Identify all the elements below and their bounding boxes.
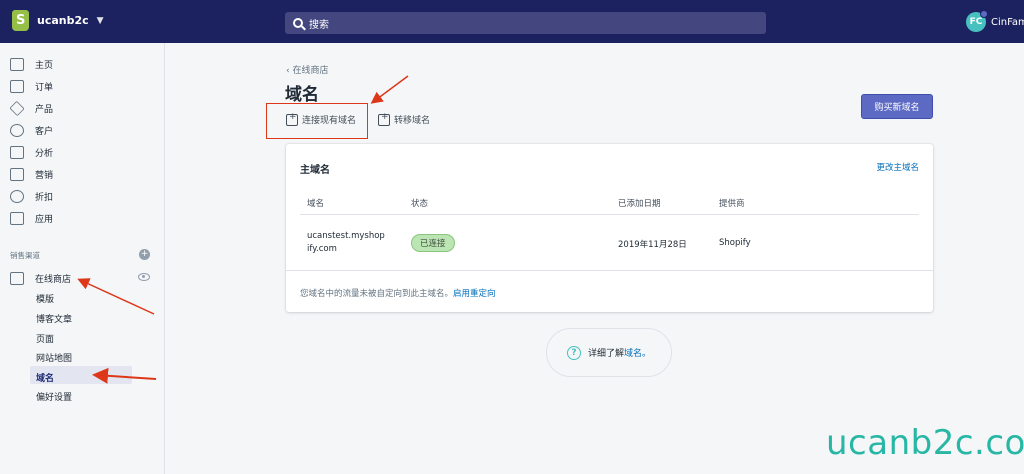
sidebar-subitem-blog[interactable]: 博客文章 xyxy=(36,312,72,325)
sidebar-item-label: 客户 xyxy=(35,127,54,137)
sidebar-subitem-themes[interactable]: 模版 xyxy=(36,292,54,305)
annotation-highlight-box xyxy=(266,103,368,139)
change-primary-domain-link[interactable]: 更改主域名 xyxy=(876,161,919,173)
column-header-provider: 提供商 xyxy=(719,199,745,209)
tag-icon xyxy=(9,100,25,117)
help-text: 详细了解 xyxy=(587,349,624,359)
store-icon xyxy=(10,272,24,285)
date-cell: 2019年11月28日 xyxy=(618,240,687,250)
sidebar-item-online-store[interactable]: 在线商店 xyxy=(10,272,71,285)
sidebar-item-analytics[interactable]: 分析 xyxy=(10,146,53,159)
avatar: FC xyxy=(966,10,988,32)
sales-channels-label: 销售渠道 xyxy=(10,251,40,260)
apps-icon xyxy=(10,212,24,225)
provider-cell: Shopify xyxy=(719,238,751,248)
analytics-icon xyxy=(10,146,24,159)
watermark: ucanb2c.com xyxy=(826,423,1024,463)
sidebar-item-label: 分析 xyxy=(35,149,54,159)
sidebar: 主页 订单 产品 客户 分析 营销 折扣 应用 销售渠道 + 在线商店 模版 博… xyxy=(0,43,165,474)
home-icon xyxy=(10,58,24,71)
help-footer: ? 详细了解域名。 xyxy=(546,328,672,377)
sidebar-item-label: 订单 xyxy=(35,83,54,93)
sidebar-subitem-navigation[interactable]: 网站地图 xyxy=(36,351,72,364)
customer-icon xyxy=(10,124,24,137)
divider xyxy=(300,214,919,215)
sidebar-item-label: 在线商店 xyxy=(35,275,72,285)
enable-redirect-link[interactable]: 启用重定向 xyxy=(453,289,496,299)
breadcrumb[interactable]: ‹ 在线商店 xyxy=(286,63,328,76)
megaphone-icon xyxy=(10,168,24,181)
sidebar-item-label: 折扣 xyxy=(35,193,54,203)
store-name: ucanb2c xyxy=(37,14,89,27)
sidebar-item-label: 营销 xyxy=(35,171,54,181)
page-title: 域名 xyxy=(285,85,319,105)
sidebar-subitem-domains[interactable]: 域名 xyxy=(36,371,54,384)
redirect-note-text: 您域名中的流量未被自定向到此主域名。 xyxy=(300,289,454,299)
card-title: 主域名 xyxy=(300,165,330,176)
sidebar-item-label: 应用 xyxy=(35,215,54,225)
redirect-note: 您域名中的流量未被自定向到此主域名。启用重定向 xyxy=(300,287,496,299)
transfer-domain-button[interactable]: 转移域名 xyxy=(378,112,431,126)
transfer-domain-label: 转移域名 xyxy=(394,116,431,126)
sidebar-item-label: 产品 xyxy=(35,105,54,115)
search-bar[interactable]: 搜索 xyxy=(285,12,766,34)
sidebar-item-orders[interactable]: 订单 xyxy=(10,80,53,93)
primary-domain-card: 主域名 更改主域名 域名 状态 已添加日期 提供商 ucanstest.mysh… xyxy=(286,144,933,312)
column-header-status: 状态 xyxy=(411,199,429,209)
store-switcher[interactable]: ucanb2c ▼ xyxy=(12,10,104,31)
domain-cell[interactable]: ucanstest.myshopify.com xyxy=(307,230,387,256)
sidebar-item-apps[interactable]: 应用 xyxy=(10,212,53,225)
transfer-icon xyxy=(378,112,390,126)
divider xyxy=(286,270,933,271)
add-channel-icon[interactable]: + xyxy=(139,249,150,260)
search-input[interactable]: 搜索 xyxy=(309,16,329,31)
orders-icon xyxy=(10,80,24,93)
sidebar-item-home[interactable]: 主页 xyxy=(10,58,53,71)
help-domains-link[interactable]: 域名。 xyxy=(624,349,651,359)
user-menu[interactable]: FC CinFam xyxy=(966,10,1024,32)
sidebar-subitem-pages[interactable]: 页面 xyxy=(36,332,54,345)
eye-icon[interactable] xyxy=(138,273,150,281)
sidebar-item-label: 主页 xyxy=(35,61,54,71)
chevron-down-icon: ▼ xyxy=(96,15,104,26)
sidebar-item-discounts[interactable]: 折扣 xyxy=(10,190,53,203)
column-header-domain: 域名 xyxy=(307,199,325,209)
top-bar: ucanb2c ▼ 搜索 FC CinFam xyxy=(0,0,1024,43)
column-header-date: 已添加日期 xyxy=(618,199,661,209)
buy-domain-button[interactable]: 购买新域名 xyxy=(861,94,933,119)
breadcrumb-link: 在线商店 xyxy=(292,66,329,76)
sidebar-item-customers[interactable]: 客户 xyxy=(10,124,53,137)
sidebar-item-products[interactable]: 产品 xyxy=(9,100,54,117)
search-icon xyxy=(293,18,303,28)
annotation-arrow-connect xyxy=(370,75,409,104)
user-name: CinFam xyxy=(991,16,1024,28)
sidebar-subitem-preferences[interactable]: 偏好设置 xyxy=(36,390,72,403)
status-badge: 已连接 xyxy=(411,234,455,252)
sidebar-item-marketing[interactable]: 营销 xyxy=(10,168,53,181)
shopify-bag-icon xyxy=(12,10,29,31)
discount-icon xyxy=(10,190,24,203)
question-icon: ? xyxy=(566,345,581,360)
